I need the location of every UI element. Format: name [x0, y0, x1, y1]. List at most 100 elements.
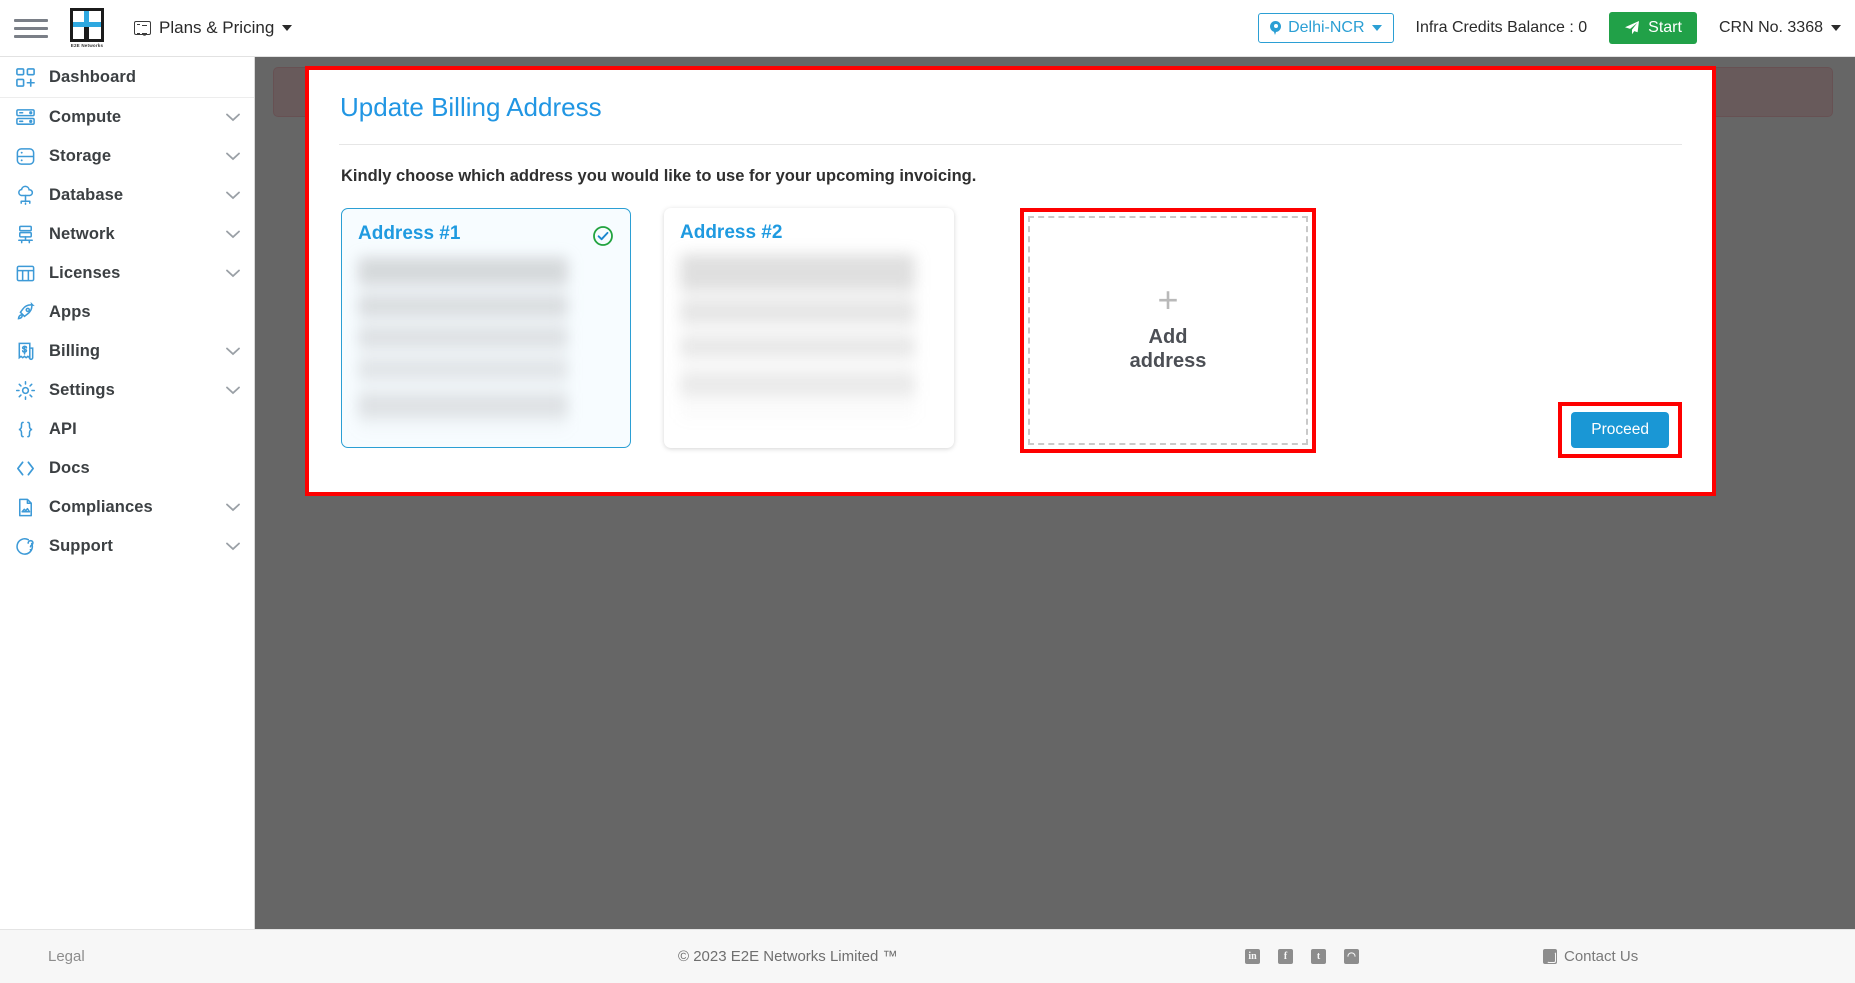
check-circle-icon [592, 225, 614, 247]
top-header: E2E Networks Plans & Pricing Delhi-NCR I… [0, 0, 1855, 57]
modal-subtitle: Kindly choose which address you would li… [341, 167, 977, 185]
address-card-2[interactable]: Address #2 [664, 208, 954, 448]
crn-label: CRN No. 3368 [1718, 19, 1823, 36]
address-card-header: Address #1 [342, 209, 630, 247]
linkedin-icon[interactable]: in [1245, 949, 1260, 964]
sidebar-item-support[interactable]: Support [0, 527, 254, 566]
infra-credits-balance: Infra Credits Balance : 0 [1415, 19, 1588, 36]
sidebar-item-network[interactable]: Network [0, 215, 254, 254]
sidebar-item-compliances[interactable]: Compliances [0, 488, 254, 527]
address-card-1[interactable]: Address #1 [341, 208, 631, 448]
location-pin-icon [1270, 20, 1282, 36]
sidebar-item-database[interactable]: Database [0, 176, 254, 215]
plans-and-pricing-menu[interactable]: Plans & Pricing [134, 18, 293, 38]
plans-and-pricing-label: Plans & Pricing [159, 18, 275, 37]
sidebar-item-settings[interactable]: Settings [0, 371, 254, 410]
sidebar-item-label: Database [49, 186, 124, 204]
region-selector[interactable]: Delhi-NCR [1258, 13, 1394, 43]
add-address-label-line2: address [1129, 349, 1207, 372]
contact-us-label: Contact Us [1564, 948, 1639, 965]
sidebar-item-label: Network [49, 225, 115, 243]
cloud-database-icon [14, 185, 36, 207]
sidebar-item-label: Dashboard [49, 67, 137, 86]
chevron-down-icon [282, 25, 293, 31]
chevron-down-icon [226, 269, 240, 278]
chevron-down-icon [226, 503, 240, 512]
lifebuoy-icon [14, 536, 36, 558]
e2e-networks-logo[interactable]: E2E Networks [66, 6, 108, 50]
sidebar-item-label: Compliances [49, 498, 153, 516]
send-icon [1624, 20, 1640, 36]
network-icon [14, 224, 36, 246]
sidebar-item-api[interactable]: API [0, 410, 254, 449]
address-card-list: Address #1 Address #2 + Add address [339, 208, 1682, 453]
start-button[interactable]: Start [1609, 12, 1697, 44]
sidebar-item-billing[interactable]: Billing [0, 332, 254, 371]
sidebar-item-label: Settings [49, 381, 115, 399]
crn-menu[interactable]: CRN No. 3368 [1719, 19, 1841, 37]
invoice-icon [14, 341, 36, 363]
sidebar-item-compute[interactable]: Compute [0, 98, 254, 137]
add-address-highlight: + Add address [1020, 208, 1316, 453]
page-footer: Legal © 2023 E2E Networks Limited ™ in f… [0, 929, 1855, 983]
grid-icon [14, 263, 36, 285]
address-details-redacted [680, 254, 915, 419]
chevron-down-icon [226, 113, 240, 122]
legal-link[interactable]: Legal [48, 948, 85, 965]
server-icon [14, 107, 36, 129]
sidebar-item-label: Storage [49, 147, 112, 165]
chevron-down-icon [226, 386, 240, 395]
list-icon [134, 21, 151, 35]
rocket-icon [14, 302, 36, 324]
chevron-down-icon [226, 152, 240, 161]
chevron-down-icon [226, 347, 240, 356]
header-right-group: Delhi-NCR Infra Credits Balance : 0 Star… [1258, 12, 1855, 44]
region-label: Delhi-NCR [1288, 19, 1365, 36]
chevron-down-icon [1371, 25, 1382, 31]
hamburger-icon[interactable] [14, 15, 48, 41]
sidebar-item-apps[interactable]: Apps [0, 293, 254, 332]
sidebar-item-label: Billing [49, 342, 101, 360]
address-card-header: Address #2 [664, 208, 954, 244]
social-links: in f t ◠ [1245, 949, 1359, 964]
dashboard-icon [14, 66, 36, 88]
sidebar-item-licenses[interactable]: Licenses [0, 254, 254, 293]
logo-mark [70, 8, 104, 42]
facebook-icon[interactable]: f [1278, 949, 1293, 964]
title-divider [339, 144, 1682, 145]
app-root: E2E Networks Plans & Pricing Delhi-NCR I… [0, 0, 1855, 983]
sidebar-nav: Dashboard Compute Storage Database Netwo… [0, 57, 255, 929]
add-address-label: Add address [1118, 325, 1218, 373]
start-label: Start [1648, 19, 1682, 36]
chevron-down-icon [1831, 25, 1841, 31]
sidebar-item-docs[interactable]: Docs [0, 449, 254, 488]
code-brackets-icon [14, 458, 36, 480]
chevron-down-icon [226, 230, 240, 239]
update-billing-address-modal: Update Billing Address Kindly choose whi… [305, 66, 1716, 496]
database-disk-icon [14, 146, 36, 168]
contact-us-link[interactable]: Contact Us [1543, 948, 1638, 965]
page-title: Update Billing Address [340, 92, 602, 122]
add-address-button[interactable]: + Add address [1028, 216, 1308, 445]
sidebar-item-dashboard[interactable]: Dashboard [0, 57, 254, 98]
phone-icon [1543, 949, 1557, 964]
proceed-highlight: Proceed [1558, 402, 1682, 458]
chevron-down-icon [226, 191, 240, 200]
copyright-text: © 2023 E2E Networks Limited ™ [678, 948, 898, 965]
gear-icon [14, 380, 36, 402]
chevron-down-icon [226, 542, 240, 551]
twitter-icon[interactable]: t [1311, 949, 1326, 964]
sidebar-item-label: Docs [49, 459, 90, 477]
modal-body: Update Billing Address Kindly choose whi… [309, 70, 1712, 492]
address-card-title: Address #2 [680, 222, 783, 243]
sidebar-item-label: Compute [49, 108, 122, 126]
rss-icon[interactable]: ◠ [1344, 949, 1359, 964]
logo-caption: E2E Networks [70, 43, 104, 48]
sidebar-item-label: Support [49, 537, 113, 555]
proceed-button[interactable]: Proceed [1571, 412, 1669, 448]
sidebar-item-storage[interactable]: Storage [0, 137, 254, 176]
address-card-title: Address #1 [358, 223, 461, 244]
braces-icon [14, 419, 36, 441]
document-icon [14, 497, 36, 519]
address-details-redacted [358, 257, 568, 432]
